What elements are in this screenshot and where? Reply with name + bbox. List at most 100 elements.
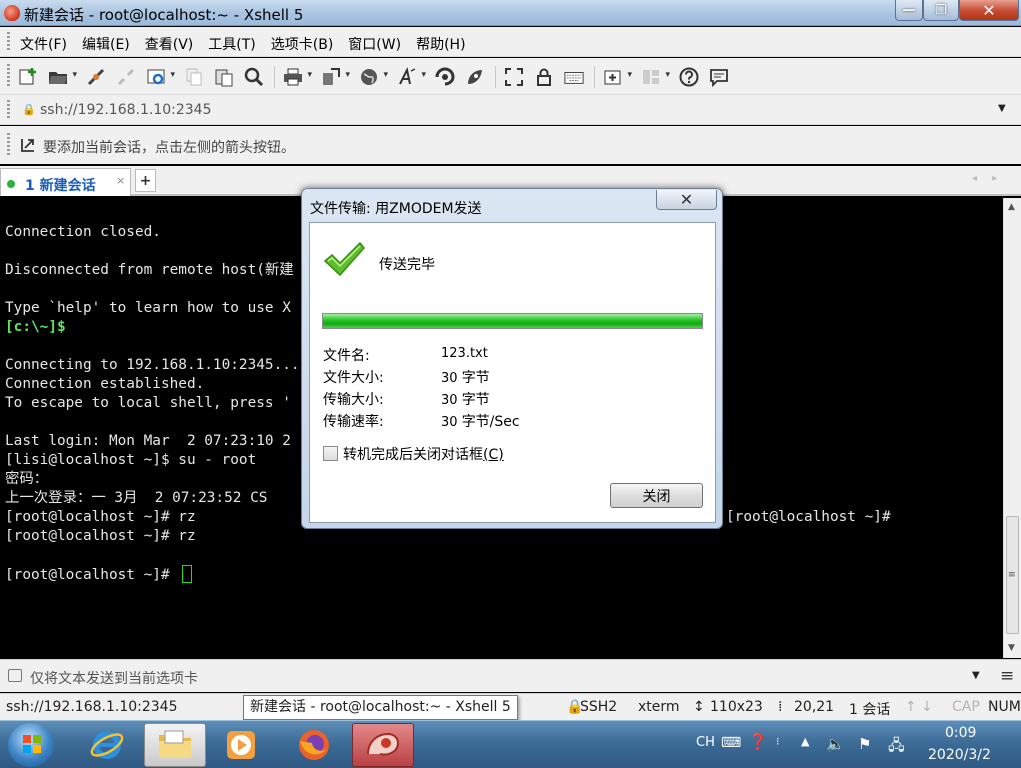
taskbar-xshell[interactable]	[352, 723, 414, 767]
taskbar-internet-explorer[interactable]	[76, 723, 138, 767]
find-icon[interactable]	[244, 67, 264, 87]
terminal-line: Connection established.	[5, 376, 205, 392]
chevron-down-icon[interactable]: ▼	[972, 670, 980, 681]
menu-file[interactable]: 文件(F)	[20, 34, 67, 54]
file-name-label: 文件名:	[323, 348, 370, 364]
action-center-flag-icon[interactable]: ⚑	[858, 735, 871, 753]
toolbar-separator	[495, 66, 496, 88]
dialog-title: 文件传输: 用ZMODEM发送	[310, 201, 482, 217]
menu-tools[interactable]: 工具(T)	[208, 34, 255, 54]
globe-icon[interactable]	[359, 67, 388, 87]
terminal-line: Connecting to 192.168.1.10:2345...	[5, 357, 300, 373]
tab-scroll-arrows-icon[interactable]: ◂ ▸	[972, 173, 1003, 184]
font-icon[interactable]	[397, 67, 426, 87]
menu-bar: 文件(F) 编辑(E) 查看(V) 工具(T) 选项卡(B) 窗口(W) 帮助(…	[0, 27, 1021, 57]
menu-tab[interactable]: 选项卡(B)	[271, 34, 334, 54]
menu-edit[interactable]: 编辑(E)	[82, 34, 130, 54]
keyboard-icon[interactable]	[564, 67, 584, 87]
keyboard-tray-icon[interactable]: ⌨	[721, 735, 741, 751]
taskbar-firefox[interactable]	[283, 723, 345, 767]
help-icon[interactable]	[679, 67, 699, 87]
scroll-down-icon[interactable]: ▼	[1008, 643, 1015, 653]
addressbar-grip[interactable]	[7, 100, 10, 120]
connect-icon[interactable]	[86, 67, 106, 87]
help-tray-icon[interactable]: ❓	[748, 732, 768, 751]
file-size-unit: 字节	[461, 370, 490, 386]
properties-icon[interactable]	[146, 67, 175, 87]
print-icon[interactable]	[283, 67, 312, 87]
auto-close-checkbox[interactable]	[323, 446, 338, 461]
ime-indicator[interactable]: CH	[696, 735, 715, 750]
file-size-value: 30 字节	[441, 367, 490, 387]
terminal-line: [lisi@localhost ~]$ su - root	[5, 452, 257, 468]
maximize-icon: ❐	[935, 2, 947, 18]
window-title: 新建会话 - root@localhost:~ - Xshell 5	[24, 6, 304, 24]
cursor-position-icon: ⁞	[778, 699, 783, 715]
taskbar-file-explorer[interactable]	[144, 723, 206, 767]
windows-logo-icon	[23, 735, 41, 753]
xmanager-icon[interactable]	[465, 67, 485, 87]
ime-options-icon[interactable]: ⁝	[776, 735, 780, 748]
terminal-line: Connection closed.	[5, 224, 161, 240]
upload-download-arrows-icon: ↑ ↓	[905, 699, 933, 715]
layout-icon	[641, 67, 670, 87]
toolbar-grip[interactable]	[7, 64, 10, 88]
menu-view[interactable]: 查看(V)	[145, 34, 194, 54]
clock-time[interactable]: 0:09	[945, 725, 976, 741]
terminal-scrollbar[interactable]: ▲ ≡ ▼	[1003, 198, 1021, 658]
windows-taskbar: CH ⌨ ❓ ⁝ ▲ 🔈 ⚑ 🖧 0:09 2020/3/2	[0, 720, 1021, 768]
add-tab-icon[interactable]	[603, 67, 632, 87]
file-name-value: 123.txt	[441, 346, 488, 361]
dialog-close-button[interactable]: ✕	[656, 190, 717, 210]
disconnect-icon	[116, 67, 136, 87]
minimize-button[interactable]: —	[895, 0, 923, 21]
transfer-progress-bar	[322, 313, 703, 329]
network-disconnected-icon[interactable]: 🖧	[888, 735, 905, 760]
send-scope-label[interactable]: 仅将文本发送到当前选项卡	[30, 668, 198, 688]
close-dialog-button[interactable]: 关闭	[610, 483, 703, 508]
menubar-grip[interactable]	[7, 32, 10, 52]
tab-session-1[interactable]: 1 新建会话 ×	[0, 168, 131, 196]
tab-close-icon[interactable]: ×	[116, 174, 125, 187]
paste-icon[interactable]	[214, 67, 234, 87]
transfer-rate-unit: 字节/Sec	[461, 414, 520, 430]
send-target-icon[interactable]	[8, 669, 22, 682]
open-folder-icon[interactable]	[48, 67, 77, 87]
lock-icon[interactable]	[534, 67, 554, 87]
minimize-icon: —	[902, 2, 916, 18]
transfer-icon[interactable]	[321, 67, 350, 87]
fullscreen-icon[interactable]	[504, 67, 524, 87]
xshell-app-icon[interactable]	[4, 5, 20, 21]
folder-icon	[159, 730, 191, 758]
internet-explorer-icon	[90, 731, 124, 759]
toolbar-separator	[274, 66, 275, 88]
terminal-line: Type `help' to learn how to use X	[5, 300, 291, 316]
auto-close-accelerator: (C)	[483, 447, 504, 463]
clock-date[interactable]: 2020/3/2	[928, 747, 991, 763]
taskbar-media-player[interactable]	[210, 723, 272, 767]
close-window-button[interactable]: ✕	[959, 0, 1019, 21]
start-button[interactable]	[8, 723, 54, 767]
status-host: ssh://192.168.1.10:2345	[6, 699, 178, 715]
hintbar-grip[interactable]	[7, 133, 10, 157]
menu-window[interactable]: 窗口(W)	[348, 34, 401, 54]
scroll-up-icon[interactable]: ▲	[1008, 202, 1015, 212]
add-session-arrow-icon[interactable]	[20, 137, 36, 157]
close-icon: ✕	[982, 0, 996, 20]
volume-icon[interactable]: 🔈	[826, 735, 845, 753]
new-session-icon[interactable]	[18, 67, 38, 87]
maximize-button[interactable]: ❐	[923, 0, 959, 21]
connected-status-icon	[7, 180, 15, 188]
new-tab-button[interactable]: +	[135, 169, 156, 192]
chat-icon[interactable]	[709, 67, 729, 87]
xftp-icon[interactable]	[435, 67, 455, 87]
chevron-down-icon[interactable]: ▼	[998, 103, 1006, 114]
menu-help[interactable]: 帮助(H)	[416, 34, 465, 54]
auto-close-checkbox-label[interactable]: 转机完成后关闭对话框(C)	[343, 444, 504, 464]
address-input[interactable]	[40, 101, 980, 119]
status-caps-lock: CAP	[952, 699, 980, 715]
transfer-size-label: 传输大小:	[323, 392, 384, 408]
hamburger-menu-icon[interactable]: ≡	[1000, 666, 1014, 686]
show-hidden-icons-icon[interactable]: ▲	[801, 735, 809, 748]
window-title-tooltip: 新建会话 - root@localhost:~ - Xshell 5	[243, 695, 518, 720]
